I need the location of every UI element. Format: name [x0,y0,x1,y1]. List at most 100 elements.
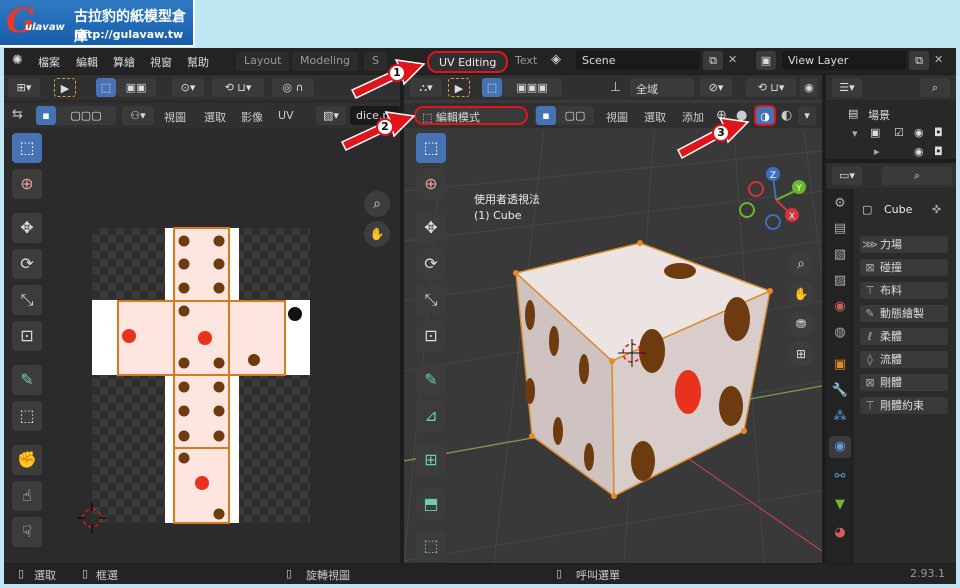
vp-tool-annotate-icon[interactable]: ✎ [416,365,446,395]
vertex-mode-icon[interactable]: ▪ [536,106,556,125]
uv-menu-view[interactable]: 視圖 [164,109,186,125]
image-browse-icon[interactable]: ▨▾ [316,106,346,125]
tool-pinch-icon[interactable]: ☟ [12,517,42,547]
expand-child-icon[interactable]: ▸ [874,145,880,158]
editor-type-3d-icon[interactable]: ⛬▾ [410,78,442,97]
render-tab-icon[interactable]: ▤ [829,218,851,240]
select-mode-extend-icon[interactable]: ▣▣ [116,78,156,97]
select-mode-new-icon[interactable]: ⬚ [96,78,116,97]
data-tab-icon[interactable]: ▼ [829,494,851,516]
viewport-scene[interactable]: Z Y X [404,131,822,563]
physics-tab-icon[interactable]: ◉ [829,436,851,458]
visibility-eye-icon-2[interactable]: ◉ [914,145,924,158]
physics-rigid-body-constraint-button[interactable]: ⊤ 剛體約束 [860,397,948,414]
edge-face-island-icon[interactable]: ▢▢▢ [56,106,116,125]
expand-icon[interactable]: ▾ [852,127,858,140]
vp-tool-scale-icon[interactable]: ⤡ [416,285,446,315]
uv-sync-icon[interactable]: ⇆ [12,107,23,122]
checkbox-icon[interactable]: ☑ [894,126,904,139]
viewport-pan-hand-icon[interactable]: ✋ [788,281,814,307]
viewport-menu-view[interactable]: 視圖 [606,109,628,125]
scene-tab-icon[interactable]: ◉ [829,296,851,318]
viewport-select-box-icon[interactable]: ▶ [448,78,470,97]
properties-type-icon[interactable]: ▭▾ [832,166,862,185]
wireframe-shading-icon[interactable]: ⊕ [716,108,727,123]
proportional-3d-icon[interactable]: ◉ [800,78,818,97]
physics-rigid-body-button[interactable]: ⊠ 剛體 [860,374,948,391]
tab-sculpting[interactable]: S [364,52,387,71]
tool-transform-icon[interactable]: ⊡ [12,321,42,351]
blender-logo-icon[interactable]: ✺ [12,53,23,68]
outliner-search-icon[interactable]: ⌕ [920,78,950,97]
object-tab-icon[interactable]: ▣ [829,354,851,376]
snap-icon[interactable]: ⟲ ⊔▾ [212,78,264,97]
tool-scale-icon[interactable]: ⤡ [12,285,42,315]
vp-tool-inset-icon[interactable]: ⬚ [416,531,446,561]
render-camera-icon[interactable]: ◘ [934,126,943,139]
scene-field[interactable]: Scene [576,51,700,70]
pin-icon[interactable]: ✜ [932,203,941,216]
delete-view-layer-icon[interactable]: ✕ [934,53,943,66]
viewport-select-new-icon[interactable]: ⬚ [482,78,502,97]
menu-window[interactable]: 視窗 [150,54,172,70]
uv-zoom-icon[interactable]: ⌕ [364,191,390,217]
tool-relax-icon[interactable]: ☝ [12,481,42,511]
edge-face-mode-icon[interactable]: ▢▢ [556,106,594,125]
uv-pan-hand-icon[interactable]: ✋ [364,221,390,247]
menu-file[interactable]: 檔案 [38,54,60,70]
tool-grab-icon[interactable]: ✊ [12,445,42,475]
tool-cube-icon[interactable]: ⬚ [12,401,42,431]
tab-modeling[interactable]: Modeling [292,52,359,71]
snap-3d-icon[interactable]: ⟲ ⊔▾ [746,78,796,97]
ortho-toggle-icon[interactable]: ⊞ [788,341,814,367]
delete-scene-icon[interactable]: ✕ [728,53,737,66]
physics-force-field-button[interactable]: ⋙ 力場 [860,236,948,253]
physics-cloth-button[interactable]: ⊤ 布料 [860,282,948,299]
sticky-select-icon[interactable]: ⚇▾ [122,106,154,125]
vp-tool-extrude-icon[interactable]: ⬒ [416,489,446,519]
tool-move-icon[interactable]: ✥ [12,213,42,243]
material-preview-shading-icon[interactable]: ◑ [754,105,776,126]
physics-fluid-button[interactable]: ◊ 流體 [860,351,948,368]
orientation-field[interactable]: 全域 [630,78,694,97]
physics-dynamic-paint-button[interactable]: ✎ 動態繪製 [860,305,948,322]
uv-canvas[interactable]: ⌕ ✋ [4,131,400,563]
select-box-icon[interactable]: ▶ [54,78,76,97]
view-layer-field[interactable]: View Layer [782,51,906,70]
vp-tool-select-icon[interactable]: ⬚ [416,133,446,163]
uv-menu-uv[interactable]: UV [278,109,294,122]
shading-dropdown-icon[interactable]: ▾ [798,106,816,125]
outliner-scene-label[interactable]: 場景 [868,107,890,123]
new-view-layer-icon[interactable]: ⧉ [909,51,929,70]
particles-tab-icon[interactable]: ⁂ [829,406,851,428]
modifier-tab-icon[interactable]: 🔧 [829,380,851,402]
tab-uv-editing[interactable]: UV Editing [427,51,509,73]
new-scene-icon[interactable]: ⧉ [703,51,723,70]
tool-annotate-icon[interactable]: ✎ [12,365,42,395]
mode-selector[interactable]: ⬚ 編輯模式 [414,106,528,125]
scene-icon[interactable]: ◈ [551,52,561,67]
visibility-eye-icon[interactable]: ◉ [914,126,924,139]
output-tab-icon[interactable]: ▧ [829,244,851,266]
view-layer-icon[interactable]: ▣ [756,51,776,70]
tool-cursor-icon[interactable]: ⊕ [12,169,42,199]
outliner-type-icon[interactable]: ☰▾ [832,78,862,97]
solid-shading-icon[interactable]: ● [736,108,747,123]
material-tab-icon[interactable]: ◕ [829,522,851,544]
render-camera-icon-2[interactable]: ◘ [934,145,943,158]
physics-soft-body-button[interactable]: ℓ 柔體 [860,328,948,345]
viewport-select-extend-icon[interactable]: ▣▣▣ [502,78,562,97]
constraints-tab-icon[interactable]: ⚯ [829,466,851,488]
viewport-zoom-icon[interactable]: ⌕ [788,251,814,277]
vp-tool-measure-icon[interactable]: ⊿ [416,401,446,431]
vertex-select-icon[interactable]: ▪ [36,106,56,125]
menu-help[interactable]: 幫助 [187,54,209,70]
vp-tool-move-icon[interactable]: ✥ [416,213,446,243]
uv-menu-image[interactable]: 影像 [241,109,263,125]
rendered-shading-icon[interactable]: ◐ [781,108,792,123]
camera-view-icon[interactable]: ⛃ [788,311,814,337]
vp-tool-rotate-icon[interactable]: ⟳ [416,249,446,279]
vp-tool-cursor-icon[interactable]: ⊕ [416,169,446,199]
tool-tab-icon[interactable]: ⚙ [829,193,851,215]
editor-type-icon[interactable]: ⊞▾ [8,78,40,97]
